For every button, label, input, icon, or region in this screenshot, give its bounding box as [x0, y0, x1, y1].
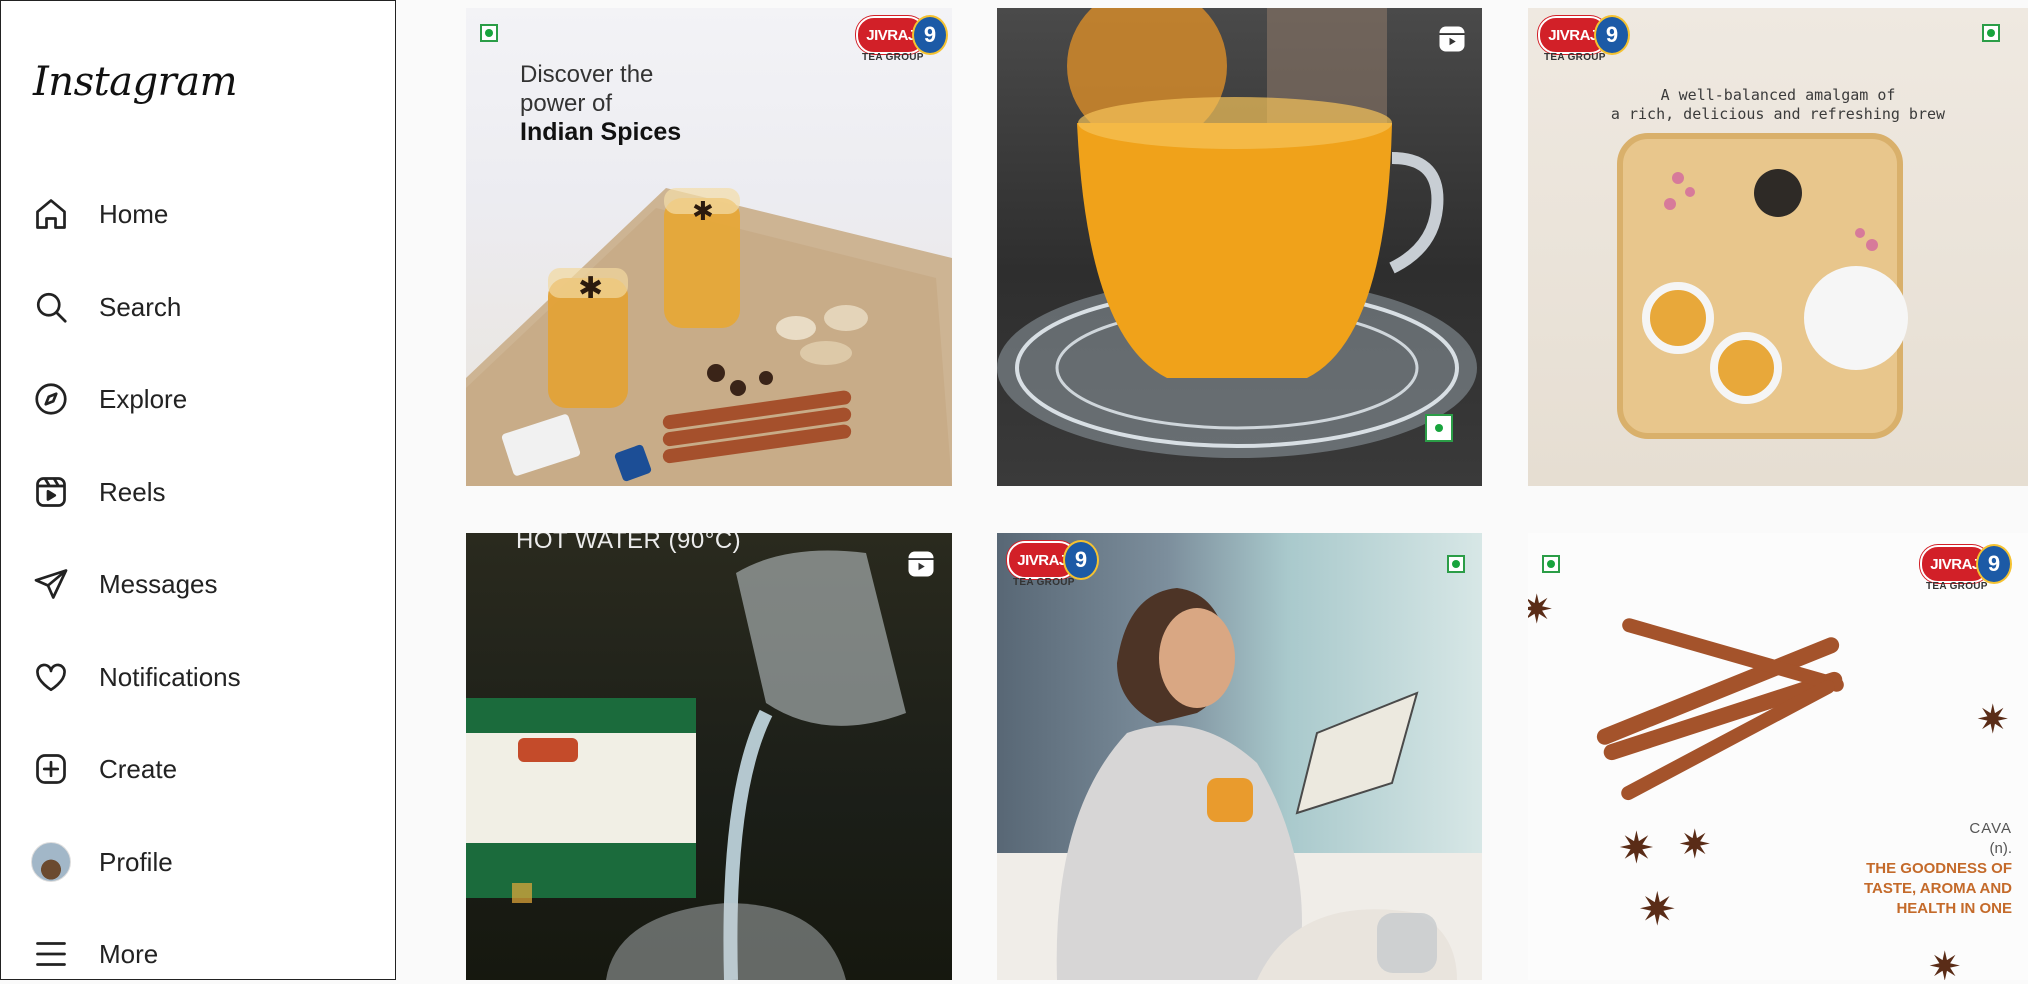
post-tile[interactable]: JIVRAJ 9 TEA GROUP A well-balanced amalg… [1528, 8, 2028, 486]
veg-mark-icon [1447, 555, 1465, 573]
svg-text:✷: ✷ [1976, 697, 2010, 743]
sidebar-item-label: Home [99, 198, 169, 229]
search-icon [29, 285, 73, 329]
brand-logo: JIVRAJ 9 TEA GROUP [1538, 15, 1630, 64]
sidebar-item-label: Explore [99, 383, 188, 414]
sidebar-item-profile[interactable]: Profile [29, 832, 369, 892]
brand-logo: JIVRAJ 9 TEA GROUP [1007, 540, 1099, 589]
sidebar-item-create[interactable]: Create [29, 739, 369, 799]
sidebar-item-explore[interactable]: Explore [29, 369, 369, 429]
plus-square-icon [29, 747, 73, 791]
sidebar-item-reels[interactable]: Reels [29, 462, 369, 522]
veg-mark-icon [1542, 555, 1560, 573]
post-tile[interactable]: ✷ ✷ ✷ ✷ ✷ ✷ JIVRAJ 9 TEA GROUP CAVA (n).… [1528, 533, 2028, 980]
svg-text:✷: ✷ [1618, 823, 1655, 874]
heart-icon [29, 655, 73, 699]
post-tile[interactable]: ✱ ✱ JIVRAJ 9 TEA GROUP Discover the powe… [466, 8, 952, 486]
sidebar-item-notifications[interactable]: Notifications [29, 647, 369, 707]
post-image [466, 550, 906, 980]
compass-icon [29, 377, 73, 421]
svg-text:✷: ✷ [1928, 944, 1962, 980]
veg-mark-icon [1425, 414, 1453, 442]
avatar [31, 842, 71, 882]
sidebar-item-label: Messages [99, 568, 218, 599]
paper-plane-icon [29, 562, 73, 606]
post-tile[interactable]: JIVRAJ 9 TEA GROUP [997, 533, 1482, 980]
post-overlay-text: HOT WATER (90°C) [516, 533, 742, 554]
sidebar-item-messages[interactable]: Messages [29, 554, 369, 614]
post-heading: Discover the power of Indian Spices [520, 61, 682, 146]
veg-mark-icon [1982, 24, 2000, 42]
post-caption: A well-balanced amalgam of a rich, delic… [1610, 86, 1946, 123]
post-definition: CAVA (n). THE GOODNESS OF TASTE, AROMA A… [1863, 820, 2012, 917]
sidebar-item-label: Notifications [99, 661, 241, 692]
post-image [1617, 133, 1908, 439]
sidebar: Instagram Home Search Explore Reels Mess… [0, 0, 396, 980]
post-image [997, 8, 1477, 458]
sidebar-item-label: Create [99, 753, 178, 784]
sidebar-item-search[interactable]: Search [29, 277, 369, 337]
svg-text:✷: ✷ [1678, 822, 1712, 868]
veg-mark-icon [480, 24, 498, 42]
sidebar-item-label: More [99, 938, 159, 969]
post-tile[interactable] [997, 8, 1482, 486]
home-icon [29, 192, 73, 236]
sidebar-item-more[interactable]: More [29, 924, 369, 984]
svg-text:✷: ✷ [1528, 587, 1554, 633]
instagram-logo[interactable]: Instagram [33, 59, 238, 105]
reels-icon [908, 551, 934, 577]
sidebar-item-label: Search [99, 291, 182, 322]
hamburger-icon [29, 932, 73, 976]
post-image [997, 588, 1482, 980]
svg-text:✱: ✱ [692, 197, 714, 227]
brand-logo: JIVRAJ 9 TEA GROUP [1920, 544, 2012, 593]
svg-text:✷: ✷ [1638, 882, 1677, 936]
brand-logo: JIVRAJ 9 TEA GROUP [856, 15, 948, 64]
sidebar-item-label: Reels [99, 476, 166, 507]
sidebar-item-home[interactable]: Home [29, 184, 369, 244]
svg-text:✱: ✱ [578, 271, 603, 306]
reels-icon [29, 470, 73, 514]
post-tile[interactable]: HOT WATER (90°C) [466, 533, 952, 980]
reels-icon [1439, 26, 1465, 52]
sidebar-item-label: Profile [99, 846, 173, 877]
